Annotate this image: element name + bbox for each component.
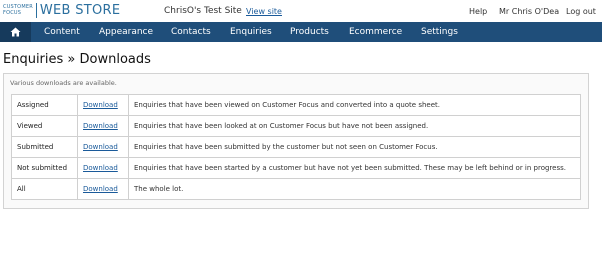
row-description: Enquiries that have been viewed on Custo… bbox=[128, 94, 581, 116]
downloads-table: Assigned Download Enquiries that have be… bbox=[11, 94, 581, 200]
nav-enquiries[interactable]: Enquiries bbox=[230, 27, 272, 37]
logo-title: WEB STORE bbox=[39, 2, 121, 18]
help-link[interactable]: Help bbox=[469, 7, 487, 16]
download-cell: Download bbox=[77, 115, 129, 137]
nav-contacts[interactable]: Contacts bbox=[171, 27, 211, 37]
table-row: Assigned Download Enquiries that have be… bbox=[11, 94, 581, 116]
nav-ecommerce[interactable]: Ecommerce bbox=[349, 27, 402, 37]
nav-appearance[interactable]: Appearance bbox=[99, 27, 153, 37]
nav-settings[interactable]: Settings bbox=[421, 27, 458, 37]
download-link[interactable]: Download bbox=[83, 143, 118, 151]
row-name: Viewed bbox=[11, 115, 78, 137]
row-name: Not submitted bbox=[11, 157, 78, 179]
row-name: All bbox=[11, 178, 78, 200]
intro-text: Various downloads are available. bbox=[10, 79, 117, 87]
download-cell: Download bbox=[77, 178, 129, 200]
logo-small-text: CUSTOMER FOCUS bbox=[3, 4, 33, 16]
download-link[interactable]: Download bbox=[83, 185, 118, 193]
download-cell: Download bbox=[77, 136, 129, 158]
logout-link[interactable]: Log out bbox=[566, 7, 596, 16]
download-link[interactable]: Download bbox=[83, 122, 118, 130]
row-description: The whole lot. bbox=[128, 178, 581, 200]
nav-content[interactable]: Content bbox=[44, 27, 80, 37]
row-description: Enquiries that have been submitted by th… bbox=[128, 136, 581, 158]
logo[interactable]: CUSTOMER FOCUS WEB STORE bbox=[3, 2, 120, 18]
main-nav: Content Appearance Contacts Enquiries Pr… bbox=[0, 22, 602, 42]
page-title: Enquiries » Downloads bbox=[3, 52, 151, 67]
table-row: All Download The whole lot. bbox=[11, 178, 581, 200]
download-cell: Download bbox=[77, 94, 129, 116]
download-link[interactable]: Download bbox=[83, 101, 118, 109]
row-description: Enquiries that have been looked at on Cu… bbox=[128, 115, 581, 137]
row-name: Assigned bbox=[11, 94, 78, 116]
download-link[interactable]: Download bbox=[83, 164, 118, 172]
logo-divider bbox=[35, 2, 37, 18]
site-name: ChrisO's Test Site bbox=[164, 6, 242, 16]
download-cell: Download bbox=[77, 157, 129, 179]
table-row: Not submitted Download Enquiries that ha… bbox=[11, 157, 581, 179]
table-row: Submitted Download Enquiries that have b… bbox=[11, 136, 581, 158]
row-description: Enquiries that have been started by a cu… bbox=[128, 157, 581, 179]
nav-products[interactable]: Products bbox=[290, 27, 329, 37]
logo-small-line-2: FOCUS bbox=[3, 10, 22, 16]
table-row: Viewed Download Enquiries that have been… bbox=[11, 115, 581, 137]
nav-home[interactable] bbox=[0, 22, 31, 42]
top-header: CUSTOMER FOCUS WEB STORE ChrisO's Test S… bbox=[0, 0, 602, 22]
view-site-link[interactable]: View site bbox=[246, 7, 282, 16]
home-icon bbox=[10, 27, 21, 37]
user-name[interactable]: Mr Chris O'Dea bbox=[499, 7, 559, 16]
downloads-panel: Various downloads are available. Assigne… bbox=[3, 73, 589, 209]
row-name: Submitted bbox=[11, 136, 78, 158]
